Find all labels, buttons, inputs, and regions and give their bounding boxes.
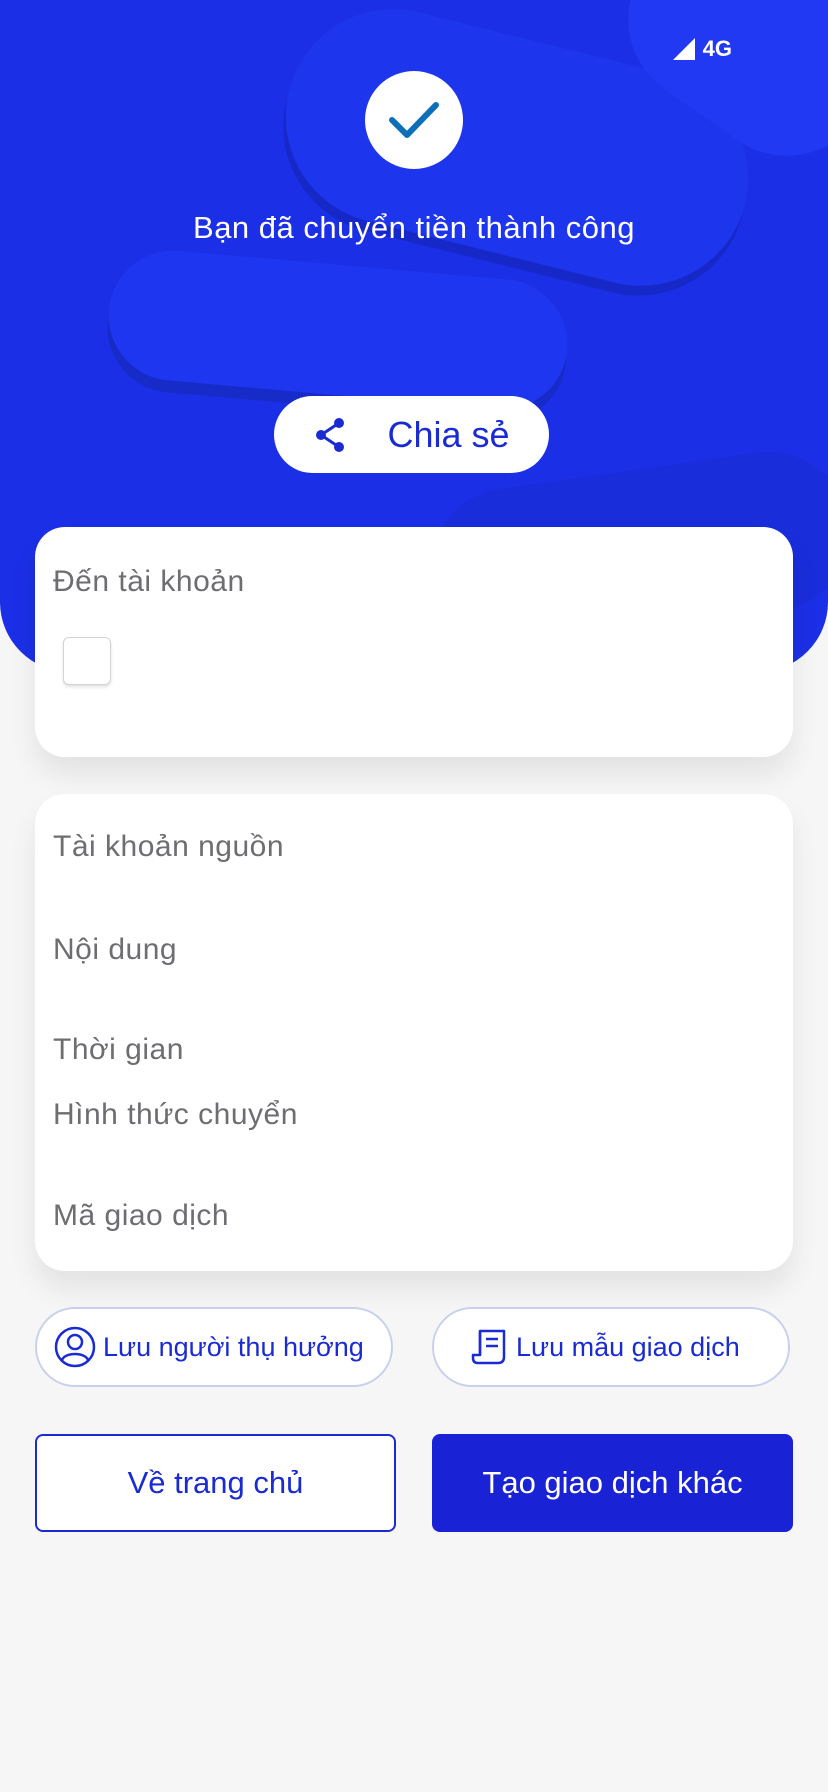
time-label: Thời gian <box>53 1033 184 1066</box>
transaction-details-card: Tài khoản nguồn Nội dung Thời gian Hình … <box>35 794 793 1271</box>
signal-icon <box>672 38 695 60</box>
home-button[interactable]: Về trang chủ <box>35 1434 396 1532</box>
status-bar: 4G <box>672 36 732 62</box>
share-button[interactable]: Chia sẻ <box>274 396 549 473</box>
network-type: 4G <box>702 36 732 61</box>
user-icon <box>53 1325 97 1369</box>
share-label: Chia sẻ <box>387 413 510 455</box>
new-transaction-button[interactable]: Tạo giao dịch khác <box>432 1434 793 1532</box>
recipient-card: Đến tài khoản <box>35 527 793 757</box>
recipient-label: Đến tài khoản <box>53 565 245 598</box>
share-icon <box>316 417 345 452</box>
success-check-icon <box>365 71 463 169</box>
transaction-id-label: Mã giao dịch <box>53 1199 230 1232</box>
save-beneficiary-button[interactable]: Lưu người thụ hưởng <box>35 1307 393 1387</box>
source-account-label: Tài khoản nguồn <box>53 830 285 863</box>
save-template-button[interactable]: Lưu mẫu giao dịch <box>432 1307 790 1387</box>
content-label: Nội dung <box>53 933 178 966</box>
save-template-label: Lưu mẫu giao dịch <box>516 1331 740 1362</box>
transfer-method-label: Hình thức chuyển <box>53 1098 298 1131</box>
bank-logo <box>63 637 111 685</box>
receipt-icon <box>470 1327 510 1367</box>
decorative-shape <box>103 245 573 415</box>
save-beneficiary-label: Lưu người thụ hưởng <box>103 1331 364 1362</box>
success-title: Bạn đã chuyển tiền thành công <box>193 210 635 245</box>
